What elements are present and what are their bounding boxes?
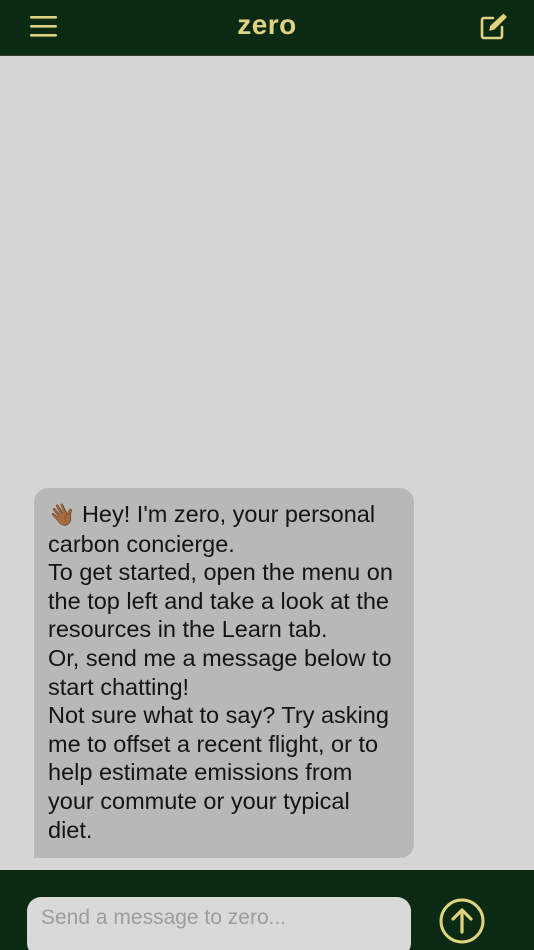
arrow-up-circle-icon bbox=[439, 898, 485, 944]
assistant-message-bubble: 👋🏾 Hey! I'm zero, your personal carbon c… bbox=[34, 488, 414, 859]
compose-edit-icon bbox=[480, 13, 507, 40]
app-title: zero bbox=[237, 9, 297, 40]
message-line: To get started, open the menu on the top… bbox=[48, 559, 393, 643]
top-app-bar: zero bbox=[0, 0, 534, 56]
message-line: Or, send me a message below to start cha… bbox=[48, 644, 392, 700]
new-chat-button[interactable] bbox=[476, 10, 510, 44]
waving-hand-icon: 👋🏾 bbox=[48, 502, 76, 527]
message-input[interactable] bbox=[27, 897, 411, 950]
send-button[interactable] bbox=[438, 897, 486, 945]
message-composer bbox=[0, 870, 534, 950]
message-line: Not sure what to say? Try asking me to o… bbox=[48, 702, 389, 843]
chat-app: zero 👋🏾 Hey! I'm zero, your personal car… bbox=[0, 0, 534, 950]
chat-history[interactable]: 👋🏾 Hey! I'm zero, your personal carbon c… bbox=[0, 56, 534, 870]
message-line: 👋🏾 Hey! I'm zero, your personal carbon c… bbox=[48, 501, 376, 557]
